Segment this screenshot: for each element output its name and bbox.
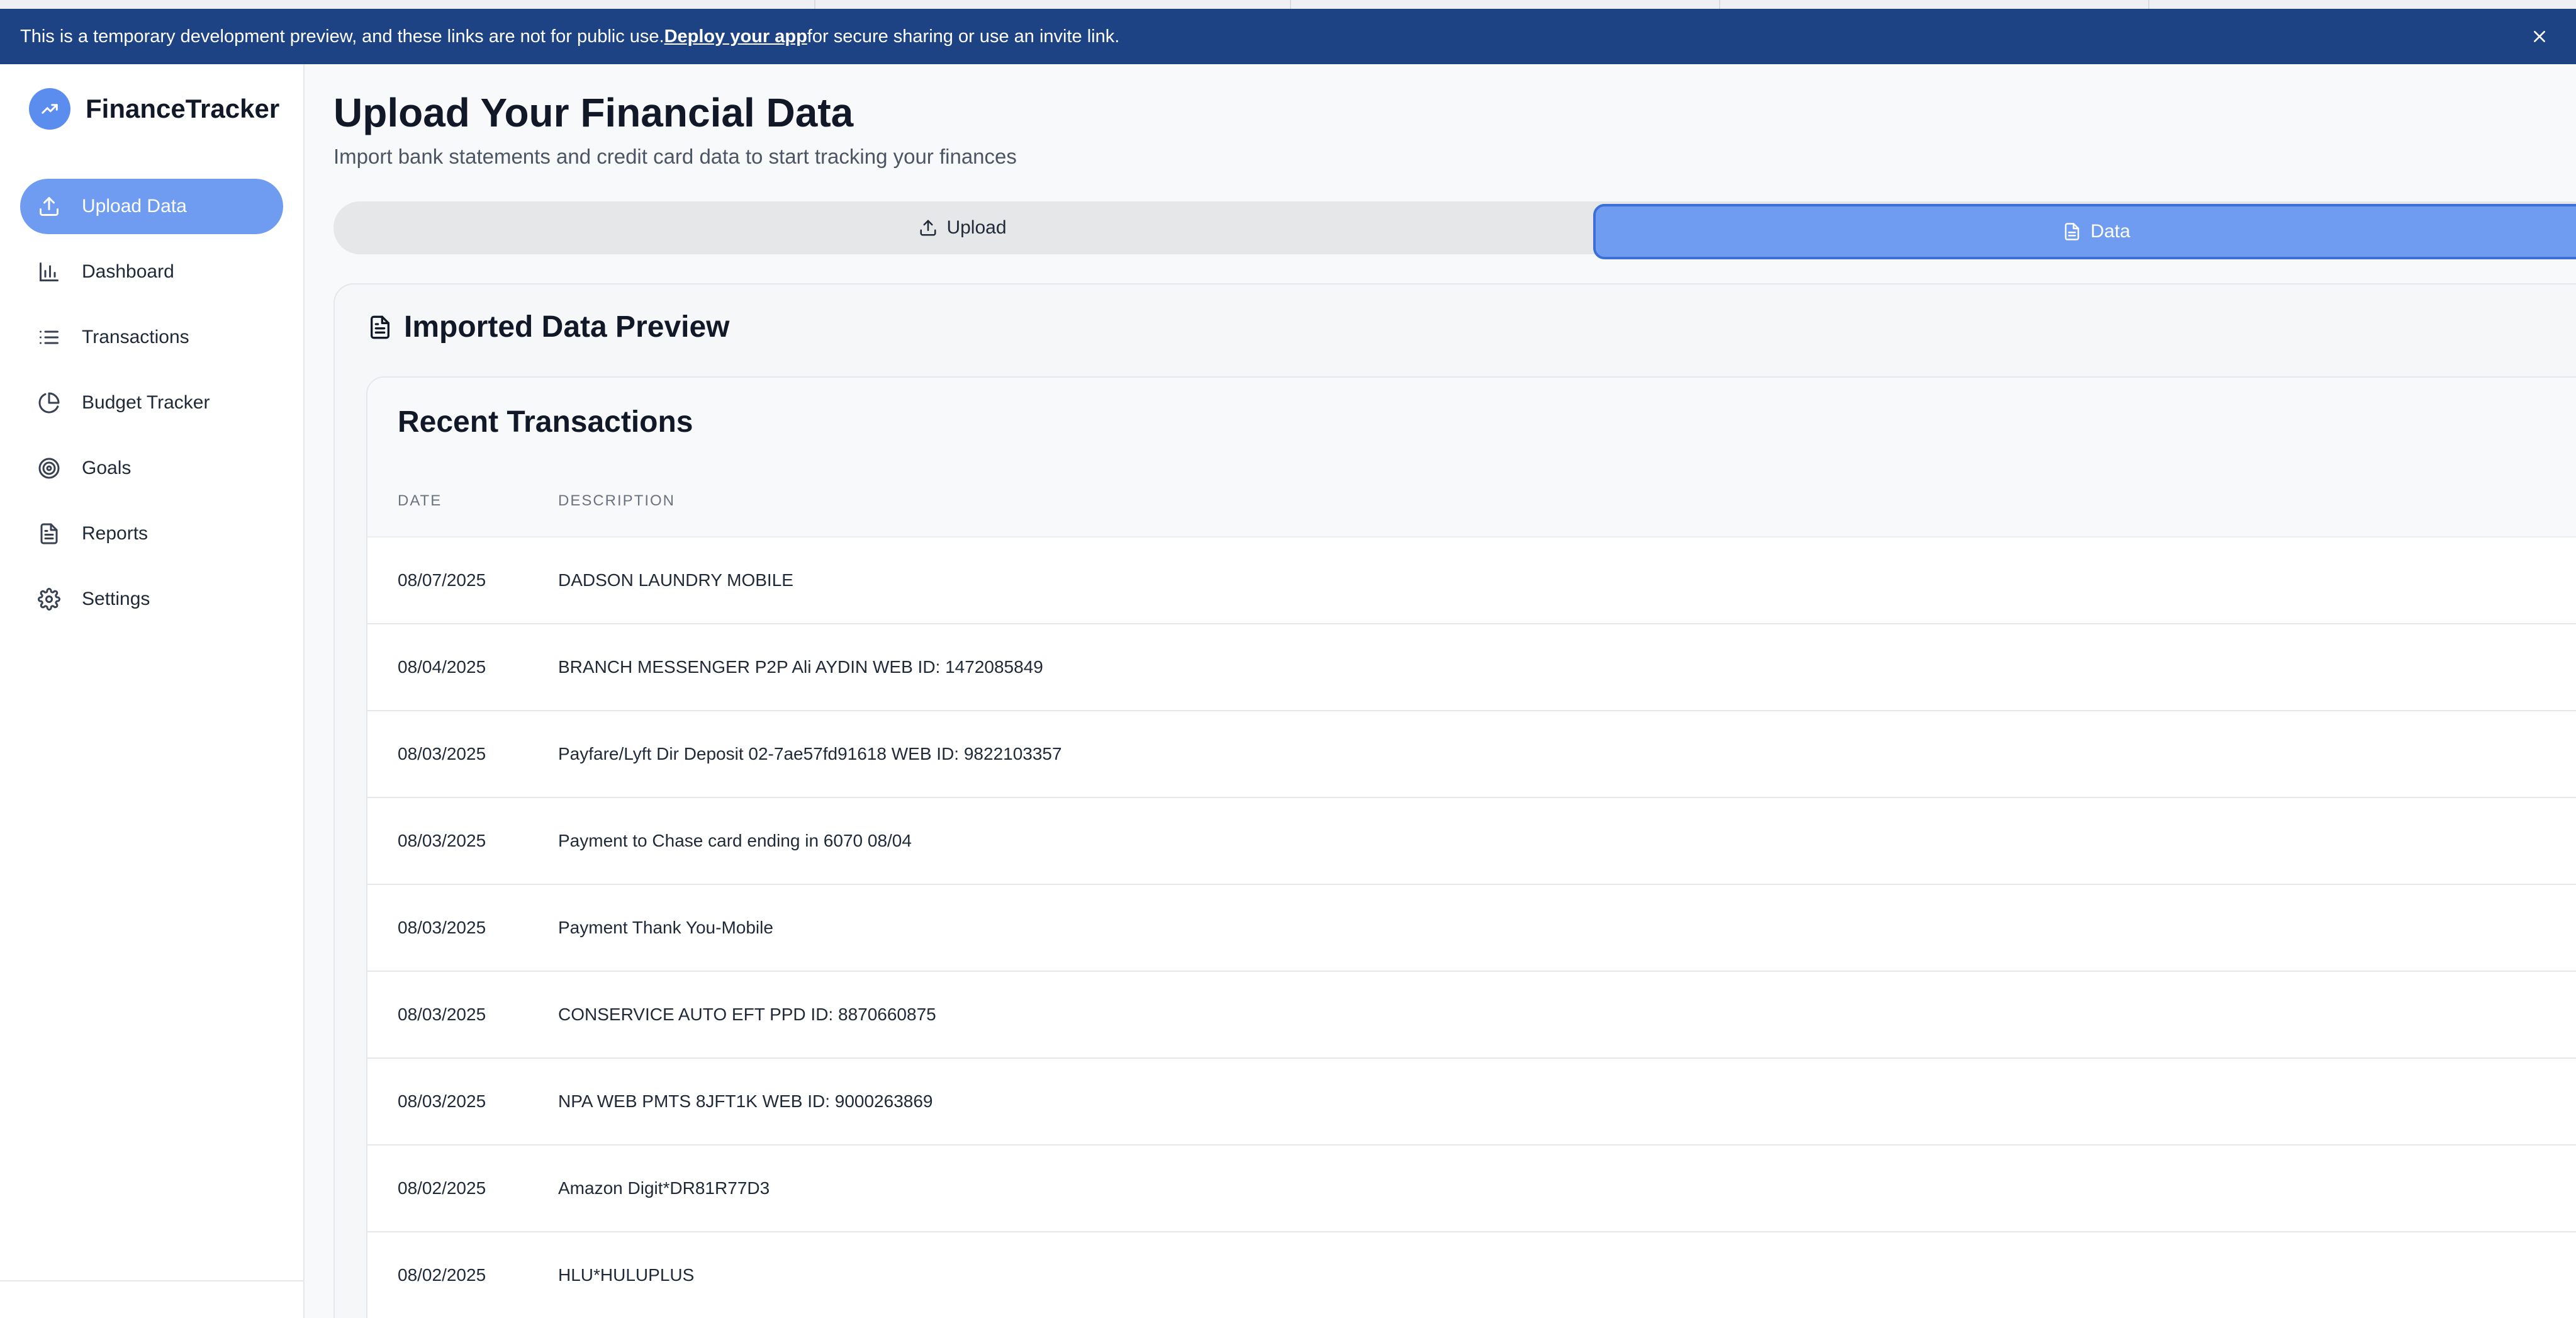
sidebar-item-transactions[interactable]: Transactions: [20, 310, 283, 365]
sidebar-nav: Upload Data Dashboard Transactions Budge…: [20, 179, 283, 637]
table-row[interactable]: 08/02/2025 HLU*HULUPLUS: [367, 1232, 2576, 1318]
column-header-description[interactable]: DESCRIPTION: [558, 492, 675, 510]
upload-icon: [36, 194, 62, 219]
sidebar-item-label: Transactions: [82, 327, 189, 347]
page-subtitle: Import bank statements and credit card d…: [333, 145, 1017, 168]
sidebar-item-budget-tracker[interactable]: Budget Tracker: [20, 375, 283, 431]
cell-date: 08/03/2025: [398, 918, 486, 937]
panel-header: Recent Transactions: [367, 378, 2576, 466]
table-row[interactable]: 08/03/2025 CONSERVICE AUTO EFT PPD ID: 8…: [367, 972, 2576, 1059]
target-icon: [36, 456, 62, 481]
sidebar-item-label: Dashboard: [82, 261, 174, 282]
brand[interactable]: FinanceTracker: [29, 88, 279, 130]
table-body: 08/07/2025 DADSON LAUNDRY MOBILE 08/04/2…: [367, 538, 2576, 1318]
cell-description: Payment Thank You-Mobile: [558, 918, 773, 937]
cell-date: 08/03/2025: [398, 1005, 486, 1024]
file-text-icon: [367, 315, 393, 340]
table-row[interactable]: 08/03/2025 Payment to Chase card ending …: [367, 798, 2576, 885]
tab-strip-segment: [1291, 0, 1720, 9]
cell-date: 08/03/2025: [398, 744, 486, 763]
sidebar-item-dashboard[interactable]: Dashboard: [20, 244, 283, 300]
table-row[interactable]: 08/03/2025 Payfare/Lyft Dir Deposit 02-7…: [367, 711, 2576, 798]
file-text-icon: [2063, 222, 2081, 241]
close-icon[interactable]: [2528, 25, 2551, 48]
browser-tab-strip: [0, 0, 2576, 9]
banner-text-after: for secure sharing or use an invite link…: [807, 26, 1120, 47]
sidebar-item-label: Reports: [82, 523, 148, 544]
sidebar-item-upload-data[interactable]: Upload Data: [20, 179, 283, 234]
sidebar-item-label: Goals: [82, 458, 132, 478]
deploy-app-link[interactable]: Deploy your app: [664, 26, 807, 47]
cell-description: Amazon Digit*DR81R77D3: [558, 1178, 770, 1198]
sidebar-item-settings[interactable]: Settings: [20, 572, 283, 627]
table-row[interactable]: 08/02/2025 Amazon Digit*DR81R77D3: [367, 1146, 2576, 1232]
cell-date: 08/02/2025: [398, 1265, 486, 1285]
tab-strip-segment: [0, 0, 815, 9]
cell-date: 08/04/2025: [398, 657, 486, 677]
main-content: Upload Your Financial Data Import bank s…: [333, 64, 2576, 1318]
sidebar-item-goals[interactable]: Goals: [20, 441, 283, 496]
dev-preview-banner: This is a temporary development preview,…: [0, 9, 2576, 64]
sidebar-item-label: Budget Tracker: [82, 392, 210, 413]
cell-description: CONSERVICE AUTO EFT PPD ID: 8870660875: [558, 1005, 936, 1024]
cell-description: HLU*HULUPLUS: [558, 1265, 695, 1285]
pie-chart-icon: [36, 390, 62, 415]
bar-chart-icon: [36, 259, 62, 284]
gear-icon: [36, 587, 62, 612]
sidebar-item-label: Settings: [82, 589, 150, 609]
brand-name: FinanceTracker: [86, 94, 280, 123]
cell-description: Payment to Chase card ending in 6070 08/…: [558, 831, 912, 850]
table-row[interactable]: 08/07/2025 DADSON LAUNDRY MOBILE: [367, 538, 2576, 624]
tab-upload[interactable]: Upload: [333, 201, 1592, 254]
cell-description: Payfare/Lyft Dir Deposit 02-7ae57fd91618…: [558, 744, 1062, 763]
sidebar: FinanceTracker Upload Data Dashboard Tra…: [0, 64, 305, 1318]
cell-date: 08/02/2025: [398, 1178, 486, 1198]
trending-up-icon: [29, 88, 70, 130]
page-title: Upload Your Financial Data: [333, 90, 854, 135]
tab-upload-label: Upload: [946, 217, 1007, 238]
cell-description: BRANCH MESSENGER P2P Ali AYDIN WEB ID: 1…: [558, 657, 1043, 677]
table-header: DATE DESCRIPTION: [367, 466, 2576, 538]
sidebar-divider: [0, 1280, 303, 1281]
sidebar-item-label: Upload Data: [82, 196, 187, 217]
table-row[interactable]: 08/03/2025 Payment Thank You-Mobile: [367, 885, 2576, 972]
recent-transactions-panel: Recent Transactions DATE DESCRIPTION 08/…: [366, 376, 2576, 1318]
cell-date: 08/03/2025: [398, 1091, 486, 1111]
tab-data-label: Data: [2090, 221, 2131, 242]
cell-date: 08/03/2025: [398, 831, 486, 850]
table-row[interactable]: 08/03/2025 NPA WEB PMTS 8JFT1K WEB ID: 9…: [367, 1059, 2576, 1146]
sidebar-item-reports[interactable]: Reports: [20, 506, 283, 561]
section-title: Recent Transactions: [398, 405, 693, 439]
upload-icon: [919, 218, 938, 237]
tab-strip-segment: [1720, 0, 2149, 9]
list-icon: [36, 325, 62, 350]
card-title: Imported Data Preview: [367, 310, 730, 344]
tab-data[interactable]: Data: [1593, 204, 2576, 259]
tab-list: Upload Data: [333, 201, 2576, 259]
cell-description: DADSON LAUNDRY MOBILE: [558, 570, 793, 590]
imported-data-card: Imported Data Preview Recent Transaction…: [333, 283, 2576, 1318]
column-header-date[interactable]: DATE: [398, 492, 442, 510]
cell-date: 08/07/2025: [398, 570, 486, 590]
banner-text-before: This is a temporary development preview,…: [20, 26, 664, 47]
tab-strip-segment: [815, 0, 1291, 9]
cell-description: NPA WEB PMTS 8JFT1K WEB ID: 9000263869: [558, 1091, 933, 1111]
file-text-icon: [36, 521, 62, 546]
card-title-text: Imported Data Preview: [404, 310, 730, 344]
table-row[interactable]: 08/04/2025 BRANCH MESSENGER P2P Ali AYDI…: [367, 624, 2576, 711]
